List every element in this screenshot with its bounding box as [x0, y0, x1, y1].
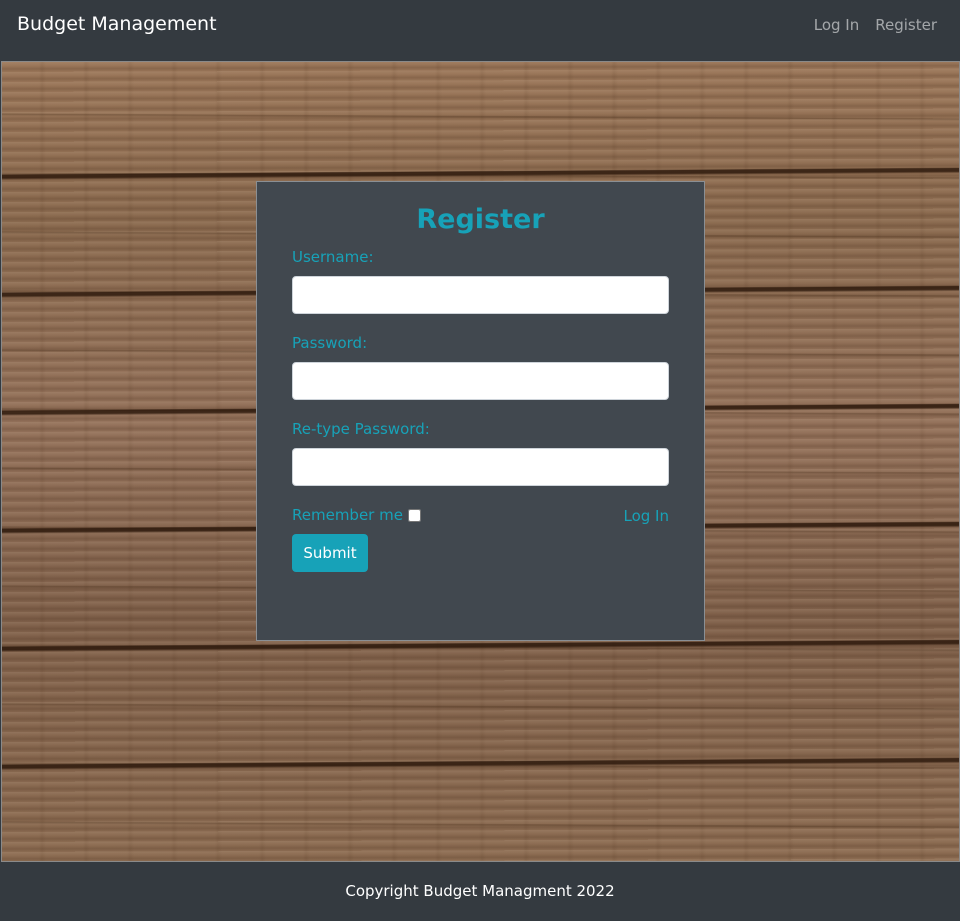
register-card: Register Username: Password: Re-type Pas… — [256, 181, 705, 641]
password-label: Password: — [292, 334, 368, 352]
copyright-text: Copyright Budget Managment 2022 — [345, 882, 615, 900]
login-link[interactable]: Log In — [624, 507, 670, 525]
retype-password-label: Re-type Password: — [292, 420, 430, 438]
brand-link[interactable]: Budget Management — [17, 13, 217, 35]
retype-password-input[interactable] — [292, 448, 669, 486]
submit-button[interactable]: Submit — [292, 534, 368, 572]
username-input[interactable] — [292, 276, 669, 314]
remember-me-row: Remember me — [292, 506, 421, 524]
remember-me-checkbox[interactable] — [407, 508, 421, 522]
footer: Copyright Budget Managment 2022 — [0, 862, 960, 921]
nav-register-link[interactable]: Register — [875, 16, 937, 34]
register-title: Register — [416, 204, 545, 235]
remember-me-label: Remember me — [292, 506, 403, 524]
top-navbar: Budget Management Log In Register — [0, 0, 960, 60]
username-label: Username: — [292, 248, 374, 266]
nav-links: Log In Register — [814, 16, 937, 34]
password-input[interactable] — [292, 362, 669, 400]
nav-login-link[interactable]: Log In — [814, 16, 860, 34]
